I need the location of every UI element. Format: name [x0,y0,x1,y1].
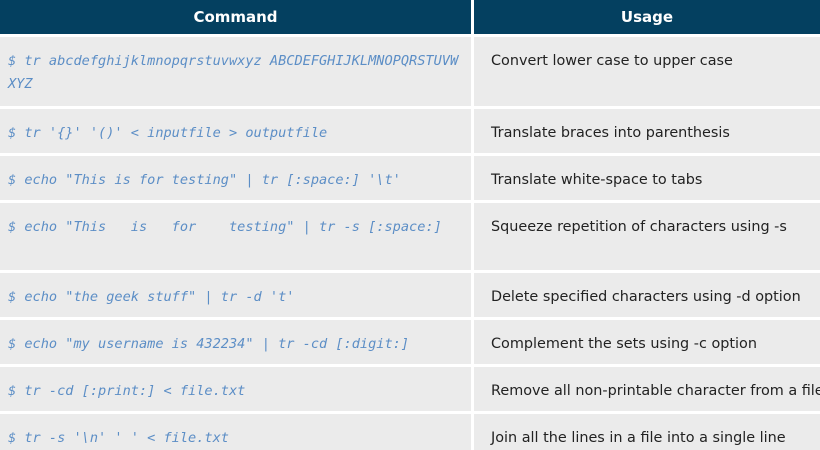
table-row: $ echo "the geek stuff" | tr -d 't' Dele… [0,270,820,317]
command-cell: $ echo "This is for testing" | tr -s [:s… [8,219,442,235]
usage-cell: Remove all non-printable character from … [491,383,820,399]
command-cell: $ tr abcdefghijklmnopqrstuvwxyz ABCDEFGH… [8,53,459,92]
table-row: $ tr '{}' '()' < inputfile > outputfile … [0,106,820,153]
table-row: $ echo "This is for testing" | tr [:spac… [0,153,820,200]
command-cell: $ tr -s '\n' ' ' < file.txt [8,430,229,446]
table-header: Command Usage [0,0,820,34]
command-cell: $ tr -cd [:print:] < file.txt [8,383,246,399]
usage-cell: Delete specified characters using -d opt… [491,289,801,305]
usage-cell: Translate braces into parenthesis [491,125,730,141]
usage-cell: Squeeze repetition of characters using -… [491,219,787,235]
command-cell: $ echo "the geek stuff" | tr -d 't' [8,289,295,305]
usage-cell: Translate white-space to tabs [491,172,703,188]
command-cell: $ tr '{}' '()' < inputfile > outputfile [8,125,328,141]
table-row: $ tr -s '\n' ' ' < file.txt Join all the… [0,411,820,450]
command-column-header: Command [0,0,471,34]
table-row: $ tr abcdefghijklmnopqrstuvwxyz ABCDEFGH… [0,34,820,106]
usage-cell: Convert lower case to upper case [491,53,733,69]
usage-cell: Complement the sets using -c option [491,336,757,352]
table-row: $ tr -cd [:print:] < file.txt Remove all… [0,364,820,411]
command-cell: $ echo "This is for testing" | tr [:spac… [8,172,401,188]
table-row: $ echo "This is for testing" | tr -s [:s… [0,200,820,270]
tr-commands-table: Command Usage $ tr abcdefghijklmnopqrstu… [0,0,820,450]
usage-cell: Join all the lines in a file into a sing… [491,430,786,446]
command-cell: $ echo "my username is 432234" | tr -cd … [8,336,410,352]
usage-column-header: Usage [474,0,820,34]
table-row: $ echo "my username is 432234" | tr -cd … [0,317,820,364]
